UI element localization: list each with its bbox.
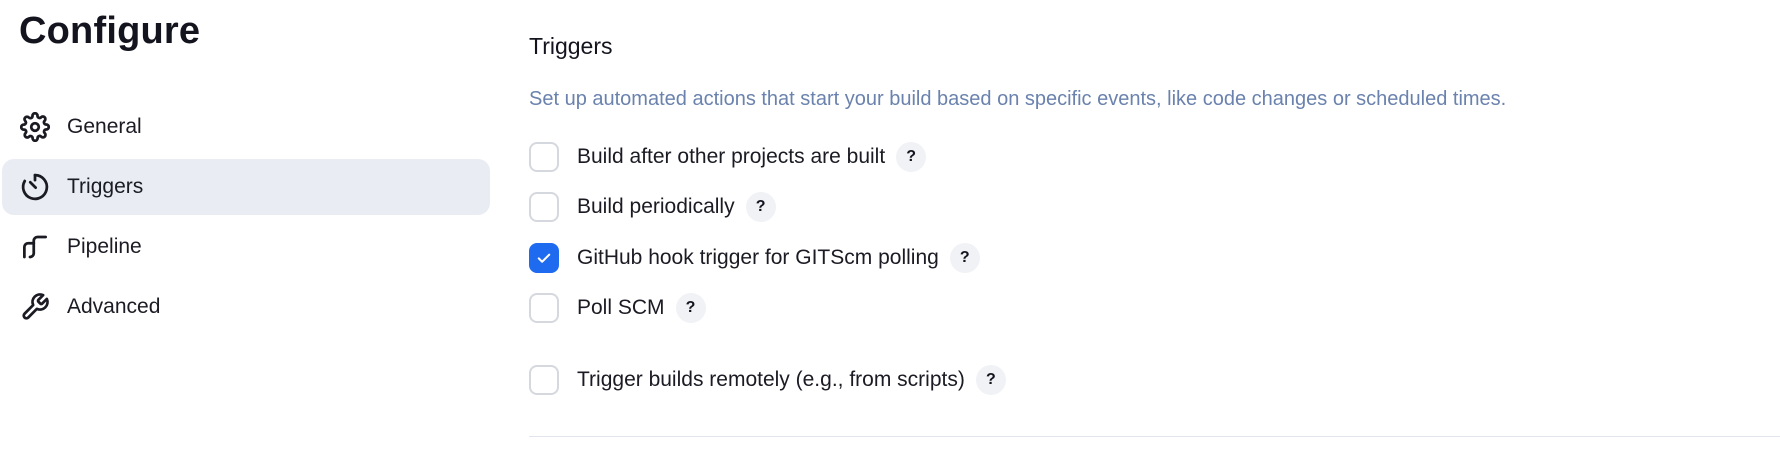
trigger-builds-remotely-checkbox[interactable] — [529, 365, 559, 395]
timer-icon — [19, 171, 51, 203]
option-label[interactable]: Poll SCM — [577, 296, 665, 320]
section-title: Triggers — [529, 33, 613, 59]
sidebar-item-label: Triggers — [67, 175, 144, 198]
sidebar-item-advanced[interactable]: Advanced — [2, 279, 490, 335]
option-build-after-other-projects: Build after other projects are built ? — [529, 140, 927, 174]
help-icon[interactable]: ? — [675, 293, 706, 323]
help-icon[interactable]: ? — [896, 142, 927, 172]
option-poll-scm: Poll SCM ? — [529, 291, 706, 325]
gear-icon — [19, 111, 51, 143]
build-periodically-checkbox[interactable] — [529, 192, 559, 222]
option-label[interactable]: Build periodically — [577, 195, 735, 219]
option-label[interactable]: GitHub hook trigger for GITScm polling — [577, 246, 939, 270]
help-icon[interactable]: ? — [745, 192, 776, 222]
github-hook-trigger-checkbox[interactable] — [529, 243, 559, 273]
sidebar-item-label: General — [67, 115, 142, 138]
sidebar-item-pipeline[interactable]: Pipeline — [2, 219, 490, 275]
option-trigger-builds-remotely: Trigger builds remotely (e.g., from scri… — [529, 363, 1006, 397]
section-divider — [529, 436, 1780, 437]
option-build-periodically: Build periodically ? — [529, 190, 776, 224]
help-icon[interactable]: ? — [975, 365, 1006, 395]
sidebar-item-general[interactable]: General — [2, 99, 490, 155]
sidebar-item-label: Advanced — [67, 295, 161, 318]
pipeline-icon — [19, 231, 51, 263]
sidebar: Configure General Triggers Pipeline Adva… — [0, 0, 500, 473]
sidebar-item-label: Pipeline — [67, 235, 142, 258]
page: Configure General Triggers Pipeline Adva… — [0, 0, 1780, 473]
build-after-other-projects-checkbox[interactable] — [529, 142, 559, 172]
wrench-icon — [19, 291, 51, 323]
option-label[interactable]: Trigger builds remotely (e.g., from scri… — [577, 368, 965, 392]
section-description: Set up automated actions that start your… — [529, 88, 1507, 110]
sidebar-item-triggers[interactable]: Triggers — [2, 159, 490, 215]
option-label[interactable]: Build after other projects are built — [577, 145, 885, 169]
page-title: Configure — [19, 10, 201, 52]
poll-scm-checkbox[interactable] — [529, 293, 559, 323]
sidebar-nav: General Triggers Pipeline Advanced — [2, 99, 490, 339]
checkmark-icon — [537, 253, 551, 263]
triggers-section: Triggers Set up automated actions that s… — [529, 0, 1780, 473]
help-icon[interactable]: ? — [949, 243, 980, 273]
option-github-hook-trigger: GitHub hook trigger for GITScm polling ? — [529, 241, 980, 275]
